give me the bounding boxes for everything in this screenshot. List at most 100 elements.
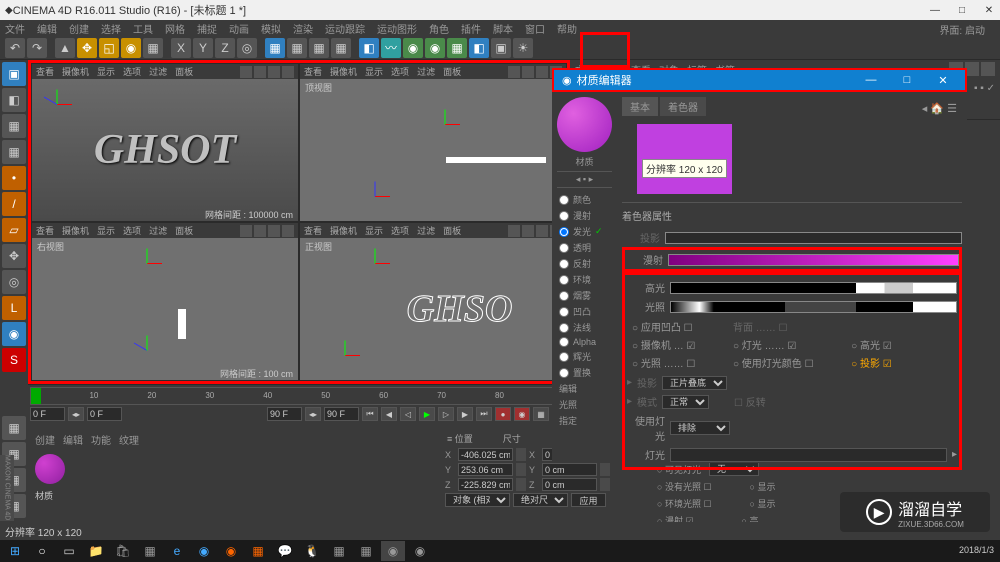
store-icon[interactable]: 🛍: [111, 541, 135, 561]
light-icon[interactable]: ☀: [513, 38, 533, 58]
spline-icon[interactable]: 〰: [381, 38, 401, 58]
channel-diffuse[interactable]: 漫射: [559, 209, 610, 222]
deformer-icon[interactable]: ▦: [447, 38, 467, 58]
prev-frame-icon[interactable]: ◁: [400, 407, 416, 421]
channel-illum[interactable]: 光照: [559, 398, 610, 411]
menu-select[interactable]: 选择: [101, 21, 121, 36]
model-mode-icon[interactable]: ◧: [2, 88, 26, 112]
channel-assign[interactable]: 指定: [559, 414, 610, 427]
tool-icon[interactable]: ▦: [143, 38, 163, 58]
stepper-icon[interactable]: ◂▸: [305, 407, 321, 421]
maximize-button[interactable]: □: [893, 70, 921, 90]
filter-icon[interactable]: [981, 62, 995, 76]
menu-character[interactable]: 角色: [429, 21, 449, 36]
vp-nav-icon[interactable]: [254, 66, 266, 78]
goto-start-icon[interactable]: ⏮: [362, 407, 378, 421]
frame-start-input[interactable]: [30, 407, 65, 421]
render-region-icon[interactable]: ▦: [287, 38, 307, 58]
timeline-ruler[interactable]: 0 10 20 30 40 50 60 70 80 90: [30, 387, 568, 405]
viewport-perspective[interactable]: 查看 摄像机 显示 选项 过滤 面板 透视视图 GHSOT 网格间距 : 100…: [31, 63, 299, 222]
menu-anim[interactable]: 动画: [229, 21, 249, 36]
tweak-icon[interactable]: S: [2, 348, 26, 372]
taskview-icon[interactable]: ▭: [57, 541, 81, 561]
menu-help[interactable]: 帮助: [557, 21, 577, 36]
channel-transparency[interactable]: 透明: [559, 241, 610, 254]
frame-current-input[interactable]: [87, 407, 122, 421]
scale-icon[interactable]: ◱: [99, 38, 119, 58]
menu-file[interactable]: 文件: [5, 21, 25, 36]
mode-select[interactable]: 正常: [662, 395, 709, 409]
menu-render[interactable]: 渲染: [293, 21, 313, 36]
apply-button[interactable]: 应用: [571, 493, 606, 507]
size-z-input[interactable]: [542, 478, 597, 491]
channel-bump[interactable]: 凹凸: [559, 305, 610, 318]
point-mode-icon[interactable]: •: [2, 166, 26, 190]
viewport-front[interactable]: 查看 摄像机 显示 选项 过滤 面板 正视图 GHSO: [299, 222, 567, 381]
illumination-gradient[interactable]: [670, 301, 957, 313]
channel-edit[interactable]: 编辑: [559, 382, 610, 395]
ie-icon[interactable]: e: [165, 541, 189, 561]
tab-shader[interactable]: 着色器: [660, 97, 706, 116]
render-settings-icon[interactable]: ▦: [309, 38, 329, 58]
use-light-select[interactable]: 排除: [670, 421, 730, 435]
generator-icon[interactable]: ◉: [425, 38, 445, 58]
stepper-icon[interactable]: ◂▸: [68, 407, 84, 421]
menu-script[interactable]: 脚本: [493, 21, 513, 36]
autokey-icon[interactable]: ◉: [514, 407, 530, 421]
material-name[interactable]: 材质: [557, 152, 612, 171]
menu-window[interactable]: 窗口: [525, 21, 545, 36]
next-frame-icon[interactable]: ▷: [438, 407, 454, 421]
add-light-icon[interactable]: ▸: [952, 449, 957, 460]
coord-icon[interactable]: ◎: [237, 38, 257, 58]
app-icon[interactable]: ▦: [354, 541, 378, 561]
menu-edit[interactable]: 编辑: [37, 21, 57, 36]
app-icon[interactable]: ▦: [246, 541, 270, 561]
pos-z-input[interactable]: [458, 478, 513, 491]
render-icon[interactable]: ▦: [265, 38, 285, 58]
menu-mograph[interactable]: 运动图形: [377, 21, 417, 36]
channel-reflection[interactable]: 反射: [559, 257, 610, 270]
pos-x-input[interactable]: [458, 448, 513, 461]
color-swatch[interactable]: 分辨率 120 x 120: [637, 124, 732, 194]
material-editor-titlebar[interactable]: ◉ 材质编辑器 — □ ✕: [552, 68, 967, 92]
tab-basic[interactable]: 基本: [622, 97, 658, 116]
camera-icon[interactable]: ▣: [491, 38, 511, 58]
texture-mode-icon[interactable]: ▦: [2, 114, 26, 138]
nurbs-icon[interactable]: ◉: [403, 38, 423, 58]
minimize-button[interactable]: —: [929, 5, 941, 16]
material-thumbnail[interactable]: [35, 454, 65, 484]
key-opts-icon[interactable]: ▦: [533, 407, 549, 421]
channel-color[interactable]: 颜色: [559, 193, 610, 206]
redo-icon[interactable]: ↷: [27, 38, 47, 58]
channel-glow[interactable]: 辉光: [559, 350, 610, 363]
channel-displacement[interactable]: 置换: [559, 366, 610, 379]
explorer-icon[interactable]: 📁: [84, 541, 108, 561]
app-icon[interactable]: ◉: [408, 541, 432, 561]
snap-icon[interactable]: ◎: [2, 270, 26, 294]
next-key-icon[interactable]: ▶: [457, 407, 473, 421]
playhead[interactable]: [31, 388, 41, 404]
move-icon[interactable]: ✥: [77, 38, 97, 58]
goto-end-icon[interactable]: ⏭: [476, 407, 492, 421]
start-button[interactable]: ⊞: [3, 541, 27, 561]
pos-y-input[interactable]: [458, 463, 513, 476]
material-preview-sphere[interactable]: [557, 97, 612, 152]
layout-selector[interactable]: 界面: 启动: [939, 22, 985, 37]
taskbar-clock[interactable]: 2018/1/3: [959, 546, 997, 556]
app-icon[interactable]: ◉: [219, 541, 243, 561]
uv-point-icon[interactable]: L: [2, 296, 26, 320]
record-icon[interactable]: ●: [495, 407, 511, 421]
app-icon[interactable]: ▦: [327, 541, 351, 561]
menu-tools[interactable]: 工具: [133, 21, 153, 36]
size-y-input[interactable]: [542, 463, 597, 476]
axis-z-icon[interactable]: Z: [215, 38, 235, 58]
frame-end-input[interactable]: [267, 407, 302, 421]
vp-nav-icon[interactable]: [240, 66, 252, 78]
viewport-right[interactable]: 查看 摄像机 显示 选项 过滤 面板 右视图 网格间距 : 100 cm: [31, 222, 299, 381]
edge-icon[interactable]: ◉: [192, 541, 216, 561]
minimize-button[interactable]: —: [857, 70, 885, 90]
menu-sim[interactable]: 模拟: [261, 21, 281, 36]
menu-mesh[interactable]: 网格: [165, 21, 185, 36]
vp-nav-icon[interactable]: [282, 66, 294, 78]
close-button[interactable]: ✕: [929, 70, 957, 90]
